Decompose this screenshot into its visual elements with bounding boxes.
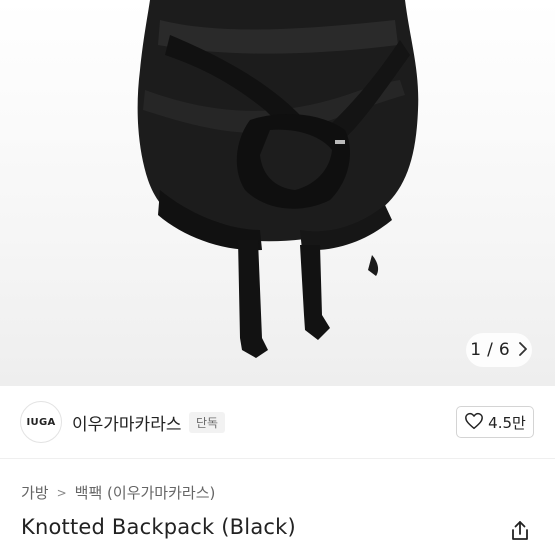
breadcrumb: 가방 > 백팩 (이우가마카라스)	[21, 482, 215, 503]
product-title: Knotted Backpack (Black)	[21, 515, 296, 539]
image-counter[interactable]: 1 / 6	[466, 333, 532, 367]
section-divider	[0, 458, 555, 459]
breadcrumb-separator: >	[56, 485, 67, 500]
breadcrumb-subcategory[interactable]: 백팩 (이우가마카라스)	[75, 482, 216, 503]
total-image-count: 6	[498, 340, 510, 360]
exclusive-badge: 단독	[189, 412, 226, 433]
like-count: 4.5만	[488, 413, 526, 432]
heart-icon	[464, 412, 484, 433]
product-photo	[137, 0, 419, 358]
brand-logo-avatar[interactable]: IUGA	[20, 401, 62, 443]
product-image-gallery[interactable]: 1 / 6	[0, 0, 555, 386]
breadcrumb-category[interactable]: 가방	[21, 482, 49, 503]
chevron-right-icon[interactable]	[518, 341, 528, 360]
current-image-index: 1	[470, 340, 482, 360]
share-icon[interactable]	[508, 519, 532, 543]
counter-separator: /	[487, 340, 493, 360]
like-button[interactable]: 4.5만	[456, 406, 534, 438]
brand-name-link[interactable]: 이우가마카라스	[72, 410, 181, 435]
brand-logo-text: IUGA	[26, 416, 56, 428]
